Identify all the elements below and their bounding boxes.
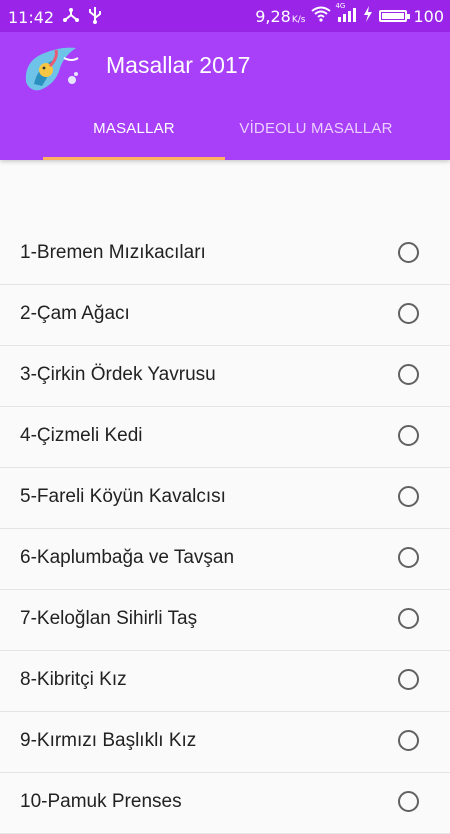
- share-icon: [62, 7, 80, 27]
- tab-indicator: [43, 157, 225, 160]
- list-item-label: 4-Çizmeli Kedi: [20, 425, 143, 446]
- tab-masallar-label: MASALLAR: [93, 120, 175, 137]
- list-item[interactable]: 6-Kaplumbağa ve Tavşan: [0, 529, 450, 590]
- list-item-label: 10-Pamuk Prenses: [20, 791, 182, 812]
- signal-icon: 4G: [335, 2, 357, 26]
- tale-list: 1-Bremen Mızıkacıları 2-Çam Ağacı 3-Çirk…: [0, 224, 450, 834]
- list-item-label: 9-Kırmızı Başlıklı Kız: [20, 730, 197, 751]
- radio-button[interactable]: [398, 303, 419, 324]
- list-item[interactable]: 9-Kırmızı Başlıklı Kız: [0, 712, 450, 773]
- radio-button[interactable]: [398, 791, 419, 812]
- fairy-tale-logo: [20, 40, 84, 100]
- list-item-label: 5-Fareli Köyün Kavalcısı: [20, 486, 226, 507]
- status-left: 11:42: [8, 6, 102, 28]
- list-item[interactable]: 5-Fareli Köyün Kavalcısı: [0, 468, 450, 529]
- list-item-label: 8-Kibritçi Kız: [20, 669, 127, 690]
- usb-icon: [88, 6, 102, 28]
- list-item[interactable]: 4-Çizmeli Kedi: [0, 407, 450, 468]
- radio-button[interactable]: [398, 608, 419, 629]
- tab-videolu-masallar-label: VİDEOLU MASALLAR: [239, 120, 393, 137]
- list-item[interactable]: 10-Pamuk Prenses: [0, 773, 450, 834]
- app-title: Masallar 2017: [106, 52, 251, 78]
- list-item[interactable]: 3-Çirkin Ördek Yavrusu: [0, 346, 450, 407]
- list-item[interactable]: 1-Bremen Mızıkacıları: [0, 224, 450, 285]
- network-speed-value: 9,28: [255, 6, 291, 26]
- tab-videolu-masallar[interactable]: VİDEOLU MASALLAR: [225, 120, 407, 160]
- list-item-label: 7-Keloğlan Sihirli Taş: [20, 608, 198, 629]
- list-item-label: 1-Bremen Mızıkacıları: [20, 242, 206, 263]
- list-item-label: 6-Kaplumbağa ve Tavşan: [20, 547, 235, 568]
- list-item[interactable]: 7-Keloğlan Sihirli Taş: [0, 590, 450, 651]
- list-item-label: 2-Çam Ağacı: [20, 303, 130, 324]
- radio-button[interactable]: [398, 364, 419, 385]
- status-time: 11:42: [8, 7, 55, 27]
- radio-button[interactable]: [398, 425, 419, 446]
- list-item-label: 3-Çirkin Ördek Yavrusu: [20, 364, 216, 385]
- radio-button[interactable]: [398, 242, 419, 263]
- status-right: 9,28K/s 4G 100: [255, 2, 444, 26]
- app-bar: Masallar 2017 MASALLAR VİDEOLU MASALLAR: [0, 32, 450, 160]
- wifi-icon: [311, 6, 332, 26]
- battery-fill: [382, 13, 405, 19]
- charging-icon: [363, 6, 373, 26]
- network-speed: 9,28K/s: [255, 7, 305, 26]
- list-item[interactable]: 2-Çam Ağacı: [0, 285, 450, 346]
- radio-button[interactable]: [398, 486, 419, 507]
- status-bar: 11:42 9,28K/s 4G 100: [0, 0, 450, 32]
- tab-masallar[interactable]: MASALLAR: [43, 120, 225, 160]
- radio-button[interactable]: [398, 730, 419, 751]
- list-item[interactable]: 8-Kibritçi Kız: [0, 651, 450, 712]
- radio-button[interactable]: [398, 669, 419, 690]
- battery-percent: 100: [413, 6, 444, 26]
- network-type: 4G: [335, 2, 346, 10]
- radio-button[interactable]: [398, 547, 419, 568]
- battery-icon: [379, 10, 411, 22]
- network-speed-unit: K/s: [291, 14, 306, 25]
